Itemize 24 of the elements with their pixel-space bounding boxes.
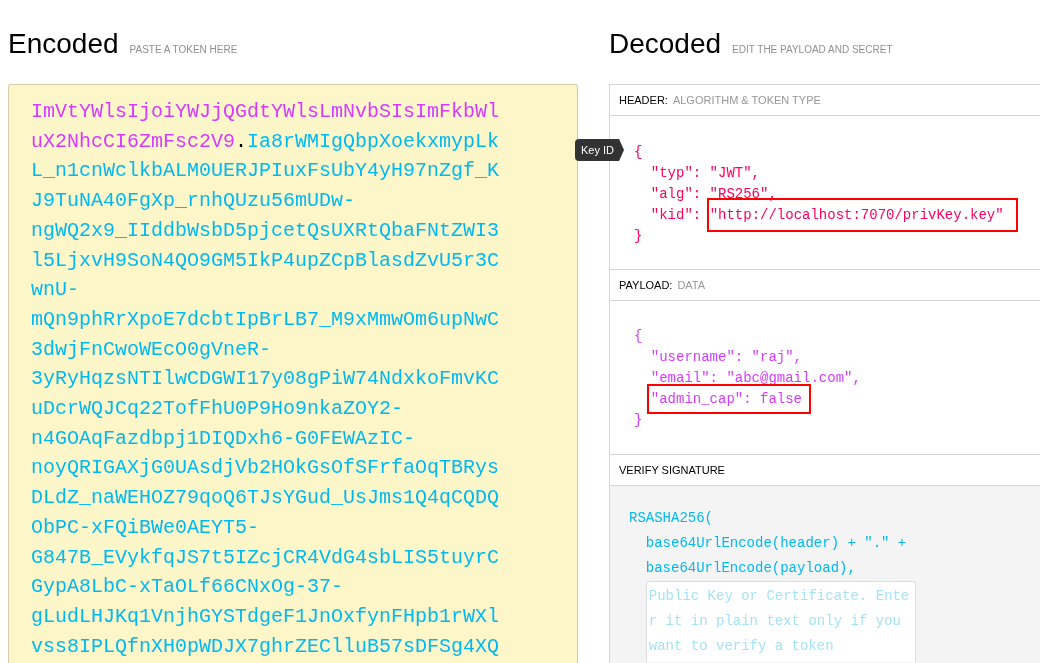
json-brace: {: [634, 328, 643, 344]
section-sublabel: ALGORITHM & TOKEN TYPE: [672, 94, 821, 106]
heading: Decoded: [609, 27, 722, 61]
json-line: "email": "abc@gmail.com",: [650, 370, 861, 386]
public-key-field[interactable]: Public Key or Certificate. Enter it in plain text only if you want to verify a token: [645, 581, 916, 662]
heading: Encoded: [8, 27, 119, 61]
json-key: "kid":: [650, 207, 702, 223]
section-label: PAYLOAD:: [619, 279, 673, 291]
code-line: base64UrlEncode(payload),: [645, 559, 856, 578]
heading-hint: PASTE A TOKEN HERE: [129, 44, 238, 55]
highlighted-json-value: "http://localhost:7070/privKey.key": [706, 198, 1018, 232]
code-line: base64UrlEncode(header) + "." +: [645, 534, 907, 553]
token-input-field[interactable]: ImVtYWlsIjoiYWJjQGdtYWlsLmNvbSIsImFkbWluX2NhcCI6ZmFsc2V9.Ia8rWMIgQbpXoekxmypLkL_n1cnWclkbALM0UERJPIuxFsUbY4yH97nZgf_KJ9TuNA40FgXp_rnhQUzu56mUDw-ngWQ2x9_IIddbWsbD5pjcetQsUXRtQbaFNtZWI3l5LjxvH9SoN4QO9GM5IkP4upZCpBlasdZvU5r3CwnU-mQn9phRrXpoE7dcbtIpBrLB7_M9xMmwOm6upNwC3dwjFnCwoWEcO0gVneR-3yRyHqzsNTIlwCDGWI17y08gPiW74NdxkoFmvKCuDcrWQJCq22TofFhU0P9Ho9nkaZOY2-n4GOAqFazdbpj1DIQDxh6-G0FEWAzIC-noyQRIGAXjG0UAsdjVb2HOkGsOfSFrfaOqTBRysDLdZ_naWEHOZ79qoQ6TJsYGud_UsJms1Q4qCQDQObPC-xFQiBWe0AEYT5-G847B_EVykfqJS7t5IZcjCR4VdG4sbLIS5tuyrCGypA8LbC-xTaOLf66CNxOg-37-gLudLHJKq1VnjhGYSTdgeF1JnOxfynFHpb1rWXlvss8IPLQfnXH0pWDJX7ghrZEClluB57sDFSg4XQ: [8, 84, 578, 663]
section-label: VERIFY SIGNATURE: [619, 464, 725, 476]
section-label: HEADER:: [619, 94, 668, 106]
code-line: RSASHA256(: [629, 509, 713, 528]
section-sublabel: DATA: [677, 279, 706, 291]
json-line: "username": "raj",: [650, 349, 803, 365]
json-brace: }: [634, 412, 643, 428]
json-brace: {: [634, 144, 643, 160]
json-brace: }: [634, 228, 643, 244]
heading-hint: EDIT THE PAYLOAD AND SECRET: [732, 44, 893, 55]
json-line: "typ": "JWT",: [650, 165, 760, 181]
tooltip: Key ID: [575, 139, 624, 161]
